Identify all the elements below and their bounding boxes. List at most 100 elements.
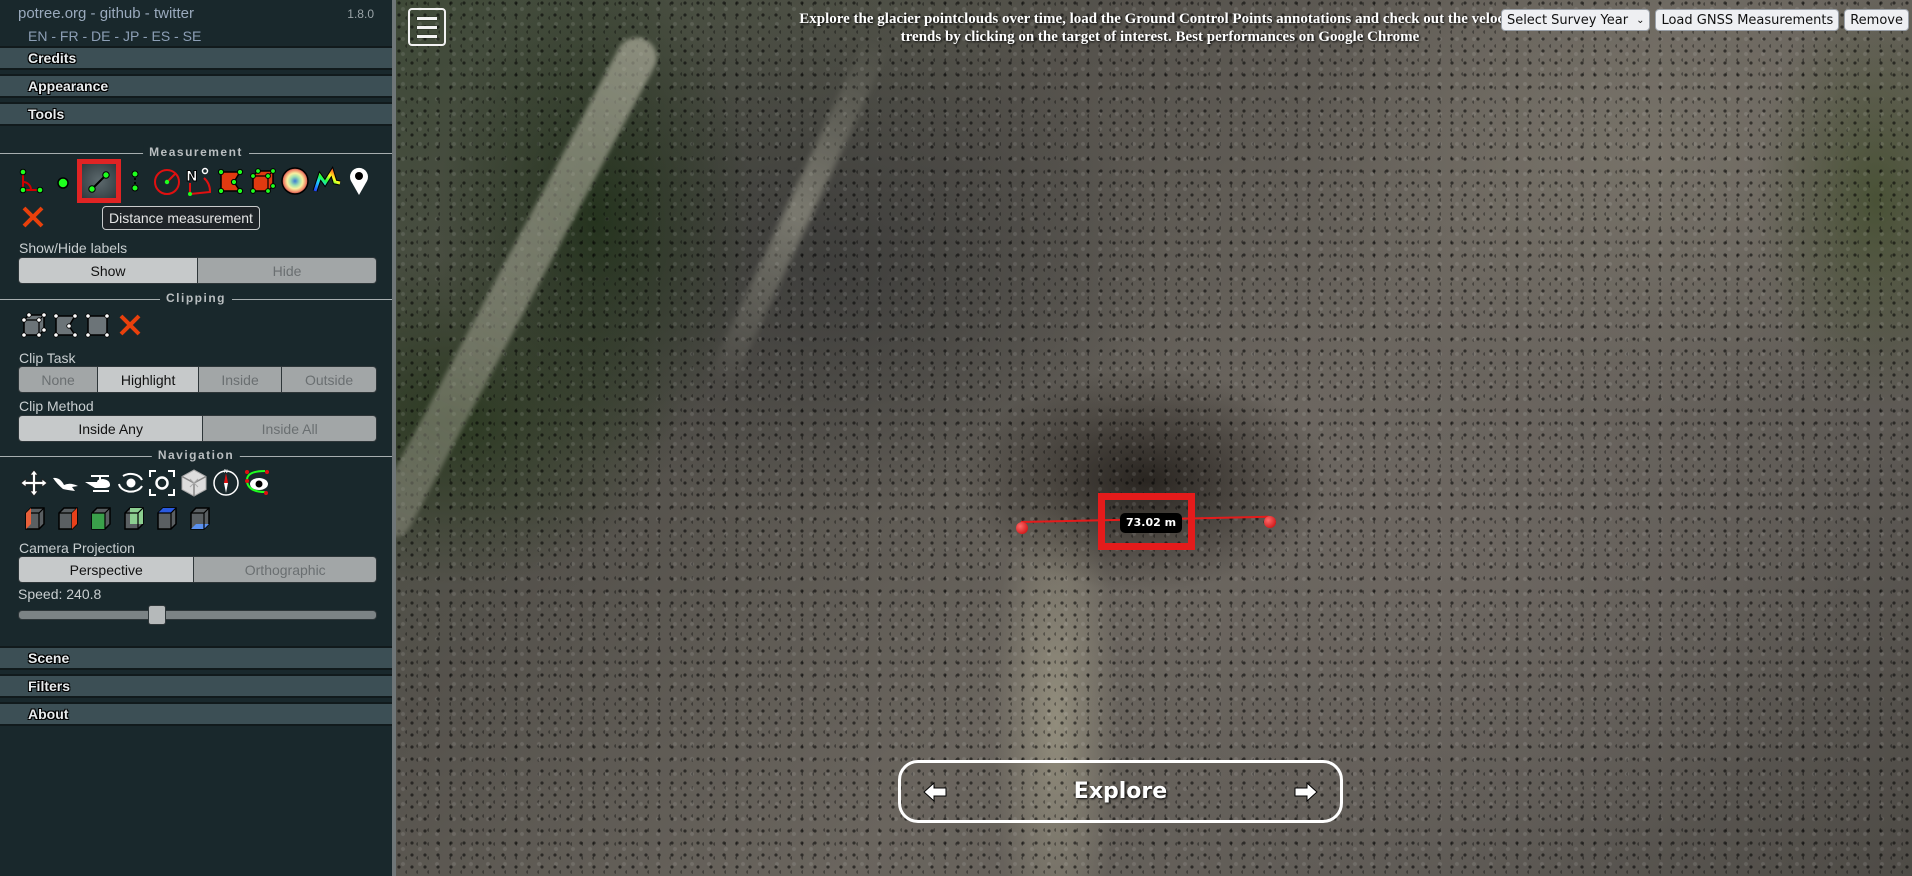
svg-text:N: N bbox=[186, 169, 198, 185]
menu-line-icon bbox=[417, 34, 437, 38]
top-view-icon[interactable] bbox=[151, 504, 181, 534]
link-potree[interactable]: potree.org bbox=[18, 5, 86, 22]
measurement-tools: N bbox=[16, 159, 374, 203]
lang-se[interactable]: SE bbox=[183, 28, 202, 44]
clip-method-toggle: Inside Any Inside All bbox=[18, 415, 377, 442]
lang-jp[interactable]: JP bbox=[123, 28, 139, 44]
clip-method-inside-all[interactable]: Inside All bbox=[203, 416, 376, 441]
circle-icon[interactable] bbox=[152, 166, 182, 196]
arrow-left-icon[interactable] bbox=[923, 781, 947, 802]
speed-label: Speed: 240.8 bbox=[18, 586, 102, 602]
point-cloud-viewport[interactable] bbox=[396, 0, 1912, 876]
separator: - bbox=[140, 5, 154, 22]
labels-title: Show/Hide labels bbox=[19, 240, 128, 256]
clipping-title: Clipping bbox=[160, 291, 232, 305]
annotation-icon[interactable] bbox=[344, 166, 374, 196]
arrow-right-icon[interactable] bbox=[1294, 781, 1318, 802]
view-tools bbox=[19, 504, 214, 534]
camera-animation-icon[interactable] bbox=[243, 468, 273, 498]
helicopter-controls-icon[interactable] bbox=[83, 468, 113, 498]
full-extent-icon[interactable] bbox=[147, 468, 177, 498]
speed-slider-track[interactable] bbox=[18, 610, 377, 620]
menu-line-icon bbox=[417, 25, 437, 29]
clip-task-highlight[interactable]: Highlight bbox=[98, 367, 199, 392]
sidebar: potree.org - github - twitter 1.8.0 EN -… bbox=[0, 0, 396, 876]
clip-polygon-icon[interactable] bbox=[51, 310, 81, 340]
measurement-title: Measurement bbox=[143, 145, 249, 159]
survey-year-select-value: Select Survey Year bbox=[1506, 12, 1629, 28]
accordion-appearance[interactable]: Appearance bbox=[0, 74, 392, 98]
clip-task-title: Clip Task bbox=[19, 350, 76, 366]
distance-icon[interactable] bbox=[77, 159, 121, 203]
explore-navigator: Explore bbox=[898, 760, 1343, 823]
accordion-tools[interactable]: Tools bbox=[0, 102, 392, 126]
sidebar-toggle-button[interactable] bbox=[408, 8, 446, 46]
back-view-icon[interactable] bbox=[118, 504, 148, 534]
lang-de[interactable]: DE bbox=[91, 28, 110, 44]
remove-button[interactable]: Remove bbox=[1844, 9, 1909, 31]
distance-tooltip: Distance measurement bbox=[102, 206, 260, 230]
azimuth-icon[interactable]: N bbox=[184, 166, 214, 196]
lang-fr[interactable]: FR bbox=[60, 28, 79, 44]
navigation-title: Navigation bbox=[151, 448, 241, 462]
left-view-icon[interactable] bbox=[19, 504, 49, 534]
height-profile-icon[interactable] bbox=[312, 166, 342, 196]
compass-icon[interactable]: N bbox=[211, 468, 241, 498]
remove-clipping-icon[interactable] bbox=[115, 310, 145, 340]
projection-title: Camera Projection bbox=[19, 540, 135, 556]
navigation-cube-icon[interactable] bbox=[179, 468, 209, 498]
labels-toggle: Show Hide bbox=[18, 257, 377, 284]
measure-point-start[interactable] bbox=[1016, 522, 1028, 534]
area-icon[interactable] bbox=[216, 166, 246, 196]
link-github[interactable]: github bbox=[100, 5, 141, 22]
speed-slider-thumb[interactable] bbox=[147, 605, 166, 625]
accordion-about[interactable]: About bbox=[0, 702, 392, 726]
projection-perspective[interactable]: Perspective bbox=[19, 557, 195, 582]
explore-title: Explore bbox=[1073, 779, 1168, 804]
volume-icon[interactable] bbox=[248, 166, 278, 196]
clip-volume-icon[interactable] bbox=[19, 310, 49, 340]
labels-hide-button[interactable]: Hide bbox=[198, 258, 376, 283]
projection-orthographic[interactable]: Orthographic bbox=[194, 557, 376, 582]
clip-method-inside-any[interactable]: Inside Any bbox=[19, 416, 204, 441]
remove-measurements-icon[interactable] bbox=[18, 202, 48, 232]
lang-en[interactable]: EN bbox=[28, 28, 47, 44]
fly-controls-icon[interactable] bbox=[51, 468, 81, 498]
clip-task-outside[interactable]: Outside bbox=[282, 367, 376, 392]
clip-task-toggle: None Highlight Inside Outside bbox=[18, 366, 377, 393]
projection-toggle: Perspective Orthographic bbox=[18, 556, 377, 583]
language-selector: EN - FR - DE - JP - ES - SE bbox=[28, 28, 202, 44]
lang-es[interactable]: ES bbox=[151, 28, 170, 44]
sphere-volume-icon[interactable] bbox=[280, 166, 310, 196]
link-twitter[interactable]: twitter bbox=[154, 5, 194, 22]
measurement-divider: Measurement bbox=[0, 145, 392, 160]
survey-year-select[interactable]: Select Survey Year ⌄ bbox=[1500, 9, 1651, 31]
clipping-tools bbox=[19, 310, 145, 340]
clip-task-none[interactable]: None bbox=[19, 367, 99, 392]
height-icon[interactable] bbox=[120, 166, 150, 196]
bottom-view-icon[interactable] bbox=[184, 504, 214, 534]
labels-show-button[interactable]: Show bbox=[19, 258, 198, 283]
measure-point-end[interactable] bbox=[1264, 516, 1276, 528]
accordion-filters[interactable]: Filters bbox=[0, 674, 392, 698]
clip-screen-box-icon[interactable] bbox=[83, 310, 113, 340]
point-icon[interactable] bbox=[48, 166, 78, 196]
accordion-credits[interactable]: Credits bbox=[0, 46, 392, 70]
front-view-icon[interactable] bbox=[85, 504, 115, 534]
info-banner: Explore the glacier pointclouds over tim… bbox=[799, 11, 1521, 45]
header-links: potree.org - github - twitter bbox=[18, 5, 194, 22]
load-gnss-button[interactable]: Load GNSS Measurements bbox=[1655, 9, 1840, 31]
version-label: 1.8.0 bbox=[347, 7, 374, 21]
angle-icon[interactable] bbox=[16, 166, 46, 196]
right-view-icon[interactable] bbox=[52, 504, 82, 534]
clip-task-inside[interactable]: Inside bbox=[198, 367, 283, 392]
separator: - bbox=[86, 5, 100, 22]
svg-text:N: N bbox=[224, 469, 228, 475]
accordion-scene[interactable]: Scene bbox=[0, 646, 392, 670]
orbit-controls-icon[interactable] bbox=[115, 468, 145, 498]
navigation-tools: N bbox=[19, 468, 273, 498]
clipping-divider: Clipping bbox=[0, 291, 392, 306]
clip-method-title: Clip Method bbox=[19, 398, 94, 414]
earth-controls-icon[interactable] bbox=[19, 468, 49, 498]
chevron-down-icon: ⌄ bbox=[1636, 14, 1645, 26]
